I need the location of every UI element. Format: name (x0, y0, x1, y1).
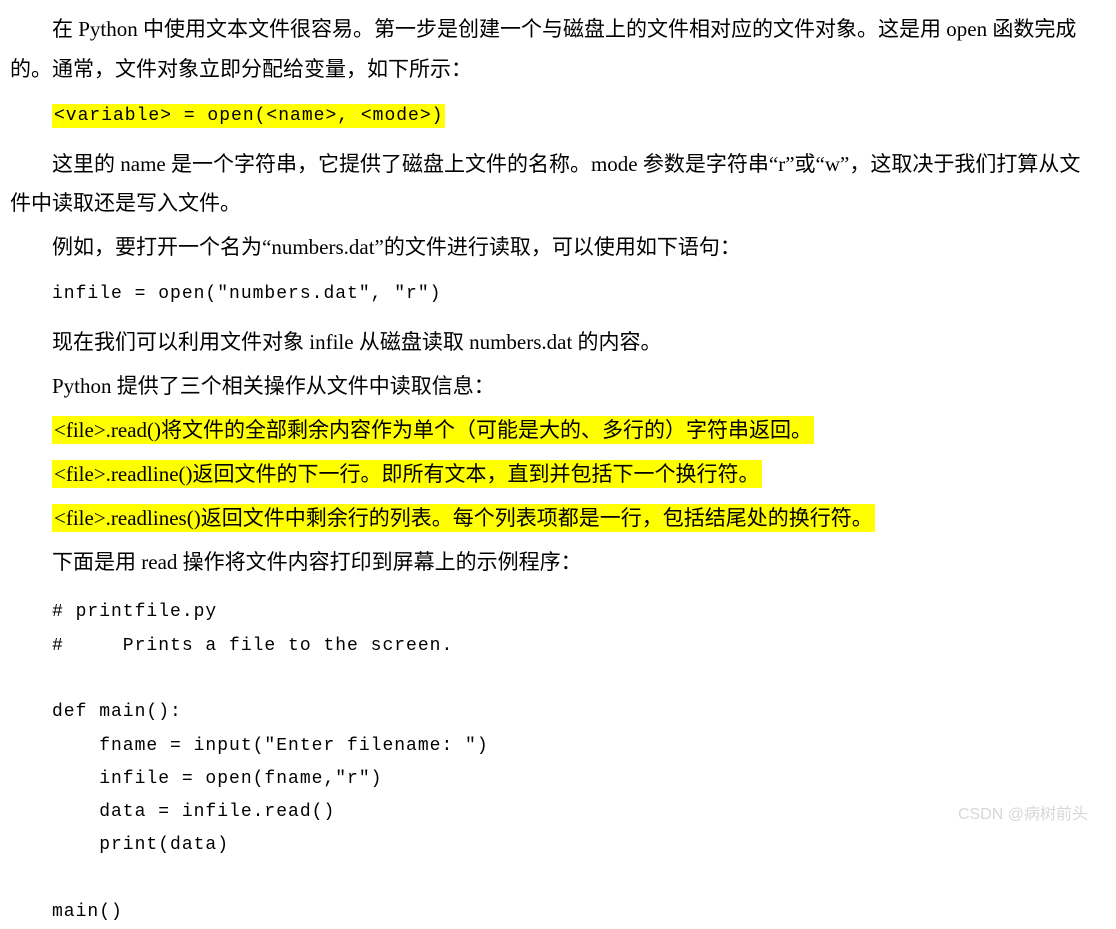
paragraph-infile: 现在我们可以利用文件对象 infile 从磁盘读取 numbers.dat 的内… (0, 323, 1086, 363)
document-content: 在 Python 中使用文本文件很容易。第一步是创建一个与磁盘上的文件相对应的文… (0, 10, 1116, 929)
paragraph-intro: 在 Python 中使用文本文件很容易。第一步是创建一个与磁盘上的文件相对应的文… (0, 10, 1086, 90)
code-printfile: # printfile.py # Prints a file to the sc… (0, 596, 1086, 929)
code-open-syntax: <variable> = open(<name>, <mode>) (0, 102, 1086, 131)
paragraph-example-program: 下面是用 read 操作将文件内容打印到屏幕上的示例程序： (0, 543, 1086, 583)
watermark: CSDN @病树前头 (958, 800, 1088, 830)
paragraph-example-intro: 例如，要打开一个名为“numbers.dat”的文件进行读取，可以使用如下语句： (0, 228, 1086, 268)
highlighted-code: <variable> = open(<name>, <mode>) (52, 104, 445, 128)
highlight-readline: <file>.readline()返回文件的下一行。即所有文本，直到并包括下一个… (0, 455, 1086, 495)
paragraph-name-mode: 这里的 name 是一个字符串，它提供了磁盘上文件的名称。mode 参数是字符串… (0, 145, 1086, 225)
code-open-example: infile = open("numbers.dat", "r") (0, 280, 1086, 309)
highlight-read: <file>.read()将文件的全部剩余内容作为单个（可能是大的、多行的）字符… (0, 411, 1086, 451)
highlight-readlines: <file>.readlines()返回文件中剩余行的列表。每个列表项都是一行，… (0, 499, 1086, 539)
paragraph-three-ops: Python 提供了三个相关操作从文件中读取信息： (0, 367, 1086, 407)
